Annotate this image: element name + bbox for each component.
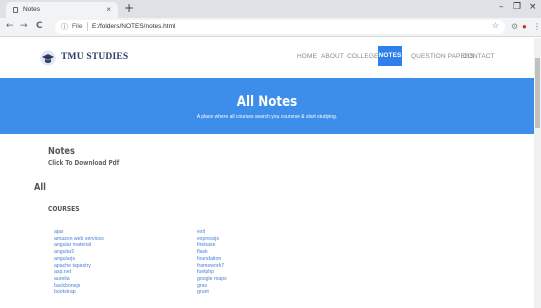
hero-subtitle: A place where all courses search you cou…	[196, 114, 338, 120]
course-link[interactable]: ajax	[54, 229, 104, 236]
forward-icon[interactable]: →	[20, 21, 28, 31]
profile-icon[interactable]: ●	[522, 22, 527, 31]
minimize-icon[interactable]: –	[499, 2, 504, 12]
nav-home[interactable]: HOME	[297, 53, 317, 60]
back-icon[interactable]: ←	[6, 21, 14, 31]
tab-title: Notes	[23, 6, 40, 13]
course-link[interactable]: fuelphp	[197, 269, 227, 276]
courses-list-right: exit expressjs firebase flask foundation…	[197, 229, 227, 296]
hero-banner: All Notes A place where all courses sear…	[0, 78, 534, 134]
extension-icon[interactable]: ⚙	[511, 22, 518, 31]
course-link[interactable]: grav	[197, 283, 227, 290]
course-link[interactable]: google maps	[197, 276, 227, 283]
page-icon	[13, 7, 18, 13]
course-link[interactable]: asp.net	[54, 269, 104, 276]
course-link[interactable]: flask	[197, 249, 227, 256]
tab-close-icon[interactable]: ×	[106, 5, 111, 14]
brand-name[interactable]: TMU STUDIES	[61, 52, 128, 62]
course-link[interactable]: expressjs	[197, 236, 227, 243]
course-link[interactable]: firebase	[197, 242, 227, 249]
file-label: File	[72, 23, 83, 30]
reload-icon[interactable]: C	[36, 21, 43, 31]
address-bar[interactable]: ⓘ File E:/folders/NOTES/notes.html ☆	[55, 20, 505, 34]
scrollbar-thumb[interactable]	[535, 58, 540, 128]
courses-list-left: ajax amazon web services angular materia…	[54, 229, 104, 296]
info-icon[interactable]: ⓘ	[61, 22, 68, 32]
course-link[interactable]: aurelia	[54, 276, 104, 283]
notes-subtitle: Click To Download Pdf	[48, 159, 120, 167]
browser-toolbar: ← → C ⓘ File E:/folders/NOTES/notes.html…	[0, 18, 541, 37]
notes-title: Notes	[48, 146, 75, 157]
course-link[interactable]: angular material	[54, 242, 104, 249]
courses-heading: COURSES	[48, 205, 80, 213]
course-link[interactable]: angular2	[54, 249, 104, 256]
hero-title: All Notes	[236, 94, 298, 110]
scrollbar[interactable]	[534, 38, 541, 308]
graduation-cap-icon	[40, 50, 56, 66]
course-link[interactable]: bootstrap	[54, 289, 104, 296]
course-link[interactable]: amazon web services	[54, 236, 104, 243]
course-link[interactable]: framework7	[197, 263, 227, 270]
bookmark-star-icon[interactable]: ☆	[492, 21, 499, 30]
all-heading: All	[34, 182, 46, 193]
course-link[interactable]: grunt	[197, 289, 227, 296]
menu-icon[interactable]: ⋮	[533, 22, 541, 31]
close-window-icon[interactable]: ×	[529, 2, 537, 12]
nav-contact[interactable]: CONTACT	[463, 53, 495, 60]
nav-about[interactable]: ABOUT	[321, 53, 344, 60]
course-link[interactable]: exit	[197, 229, 227, 236]
site-header: TMU STUDIES HOME ABOUT COLLEGES NOTES QU…	[0, 38, 534, 78]
course-link[interactable]: apache tapestry	[54, 263, 104, 270]
maximize-icon[interactable]: ❐	[513, 2, 521, 12]
new-tab-icon[interactable]: +	[124, 1, 134, 15]
nav-notes[interactable]: NOTES	[378, 46, 402, 66]
tab-notes[interactable]: Notes ×	[6, 2, 118, 18]
browser-tab-bar: Notes × + – ❐ ×	[0, 0, 541, 18]
divider	[87, 22, 88, 31]
url-text[interactable]: E:/folders/NOTES/notes.html	[92, 23, 175, 30]
course-link[interactable]: angularjs	[54, 256, 104, 263]
course-link[interactable]: backbonejs	[54, 283, 104, 290]
course-link[interactable]: foundation	[197, 256, 227, 263]
